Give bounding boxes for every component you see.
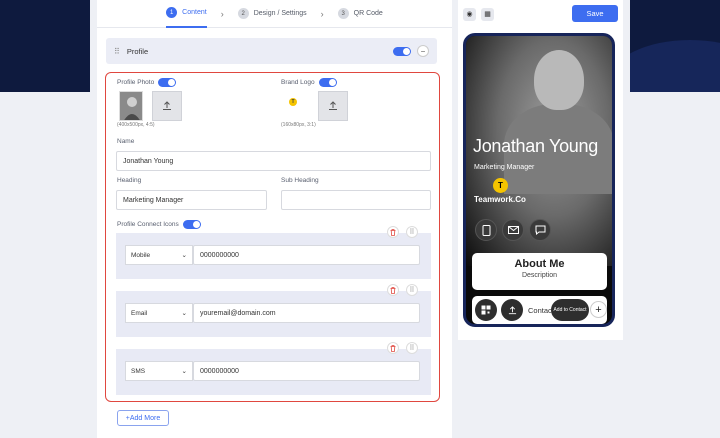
qr-code-icon[interactable]: ▦ [481, 7, 494, 21]
connect-icons-label: Profile Connect Icons [117, 221, 179, 228]
save-button[interactable]: Save [572, 5, 618, 22]
connect-value-input[interactable]: 0000000000 [193, 245, 420, 265]
chevron-down-icon: ⌄ [181, 310, 187, 317]
preview-role: Marketing Manager [474, 164, 535, 171]
about-title: About Me [514, 258, 565, 270]
connect-icons-label-row: Profile Connect Icons [117, 220, 201, 229]
share-icon[interactable] [501, 299, 523, 321]
background-left [0, 0, 90, 92]
qr-code-icon[interactable] [475, 299, 497, 321]
drag-handle-icon[interactable]: ⠿ [406, 284, 418, 296]
add-more-button[interactable]: +Add More [117, 410, 169, 426]
brand-logo-hint: (160x80px, 3:1) [281, 122, 316, 128]
brand-logo-thumbnail[interactable]: T [289, 98, 297, 106]
about-description: Description [521, 272, 557, 279]
brand-logo-label: Brand Logo [281, 79, 315, 86]
phone-preview: Jonathan Young Marketing Manager T Teamw… [463, 33, 615, 327]
person-head [534, 50, 584, 110]
subheading-label: Sub Heading [281, 177, 319, 184]
preview-company: Teamwork.Co [474, 195, 526, 204]
connect-type-value: SMS [131, 367, 146, 375]
step-design[interactable]: 2 Design / Settings [237, 0, 307, 28]
delete-icon[interactable] [387, 342, 399, 354]
background-right [630, 0, 720, 92]
step-qr-code[interactable]: 3 QR Code [337, 0, 383, 28]
profile-section-header[interactable]: ⠿ Profile − [106, 38, 437, 64]
plus-icon[interactable]: + [590, 301, 607, 318]
section-toggle[interactable] [393, 46, 411, 56]
brand-logo-toggle[interactable] [318, 78, 337, 87]
connect-value-input[interactable]: youremail@domain.com [193, 303, 420, 323]
step-content[interactable]: 1 Content [166, 0, 207, 28]
phone-icon[interactable] [475, 219, 497, 241]
profile-photo-label-row: Profile Photo [117, 78, 177, 87]
step-number: 3 [337, 8, 349, 19]
chevron-right-icon: › [320, 8, 324, 19]
connect-icons-toggle[interactable] [182, 220, 201, 229]
drag-handle-icon[interactable]: ⠿ [114, 47, 120, 56]
profile-photo-hint: (400x500px, 4:5) [117, 122, 155, 128]
heading-label: Heading [117, 177, 142, 184]
step-label: Design / Settings [253, 10, 307, 17]
profile-photo-thumbnail[interactable] [119, 91, 143, 121]
connect-row: ⠿ Mobile ⌄ 0000000000 [116, 226, 431, 279]
step-label: QR Code [353, 10, 383, 17]
delete-icon[interactable] [387, 226, 399, 238]
drag-handle-icon[interactable]: ⠿ [406, 342, 418, 354]
profile-photo-toggle[interactable] [158, 78, 177, 87]
connect-type-select[interactable]: SMS ⌄ [125, 361, 193, 381]
profile-photo-label: Profile Photo [117, 79, 155, 86]
upload-icon [163, 101, 171, 110]
connect-type-value: Mobile [131, 251, 151, 259]
connect-row: ⠿ Email ⌄ youremail@domain.com [116, 284, 431, 337]
chevron-right-icon: › [220, 8, 224, 19]
profile-photo-upload-button[interactable] [152, 91, 182, 121]
chevron-down-icon: ⌄ [181, 252, 187, 259]
brand-logo-upload-button[interactable] [318, 91, 348, 121]
collapse-icon[interactable]: − [417, 45, 429, 57]
step-label: Content [182, 9, 207, 16]
mail-icon[interactable] [502, 219, 524, 241]
name-label: Name [117, 138, 135, 145]
brand-logo-label-row: Brand Logo [281, 78, 337, 87]
editor-panel: 1 Content › 2 Design / Settings › 3 QR C… [97, 0, 452, 438]
step-number: 1 [166, 7, 178, 18]
heading-input[interactable]: Marketing Manager [116, 190, 267, 210]
name-input[interactable]: Jonathan Young [116, 151, 431, 171]
drag-handle-icon[interactable]: ⠿ [406, 226, 418, 238]
person-thumbnail-icon [120, 92, 142, 120]
company-logo-icon: T [493, 178, 508, 193]
chevron-down-icon: ⌄ [181, 368, 187, 375]
delete-icon[interactable] [387, 284, 399, 296]
add-to-contact-button[interactable]: Add to Contact [551, 299, 589, 321]
connect-value-input[interactable]: 0000000000 [193, 361, 420, 381]
profile-form: Profile Photo (400x500px, 4:5) Brand Log… [105, 72, 440, 402]
subheading-input[interactable] [281, 190, 431, 210]
step-number: 2 [237, 8, 249, 19]
about-card: About Me Description [472, 253, 607, 290]
upload-icon [329, 101, 337, 110]
stepper: 1 Content › 2 Design / Settings › 3 QR C… [97, 0, 452, 28]
connect-type-select[interactable]: Mobile ⌄ [125, 245, 193, 265]
preview-name: Jonathan Young [473, 136, 598, 156]
connect-row: ⠿ SMS ⌄ 0000000000 [116, 342, 431, 395]
connect-type-select[interactable]: Email ⌄ [125, 303, 193, 323]
chat-icon[interactable] [529, 219, 551, 241]
section-title: Profile [126, 46, 149, 56]
connect-type-value: Email [131, 309, 148, 317]
eye-icon[interactable]: ◉ [463, 7, 476, 21]
